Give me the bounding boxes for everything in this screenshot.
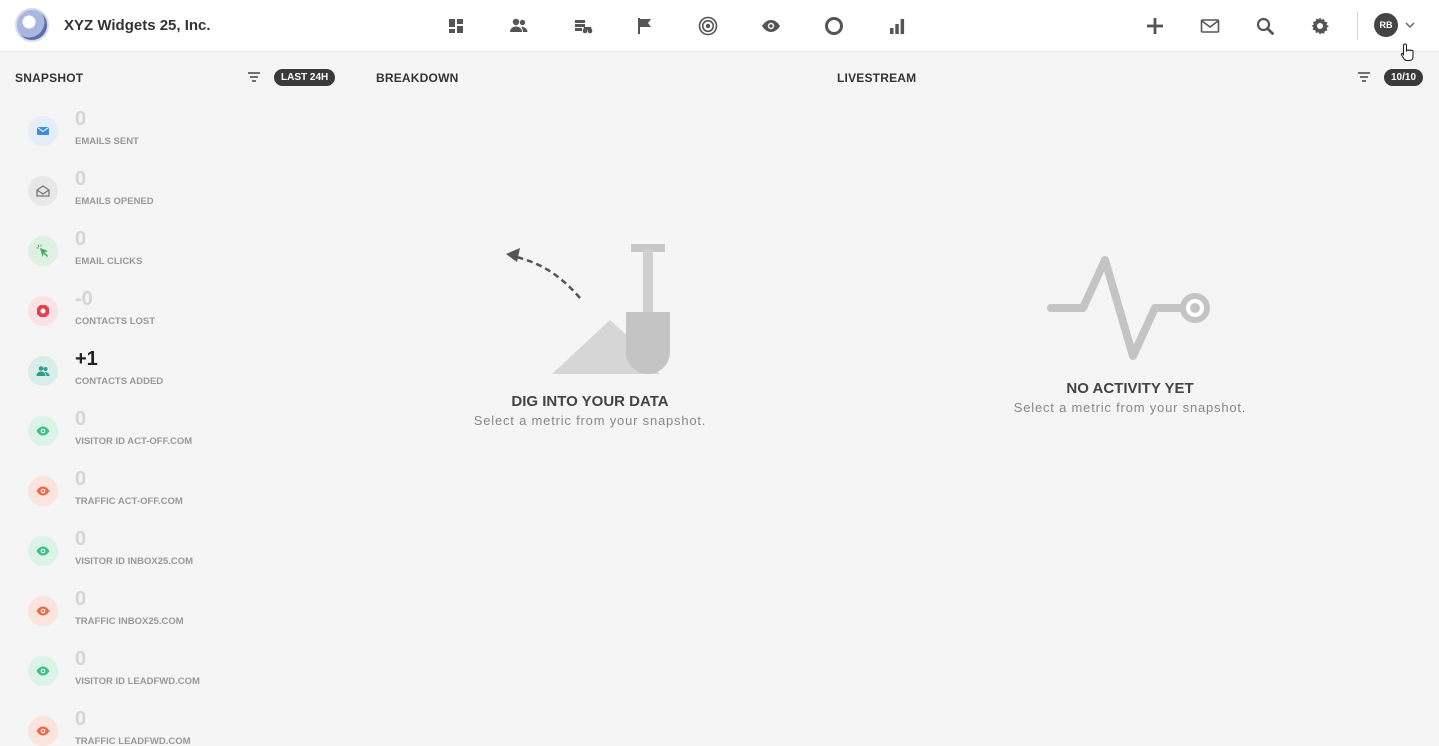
metric-label: VISITOR ID INBOX25.COM [75, 556, 194, 567]
metric-value: 0 [75, 588, 87, 610]
livestream-title: LIVESTREAM [837, 71, 917, 85]
metric-label: EMAILS SENT [75, 136, 139, 147]
snapshot-metric[interactable]: 0 TRAFFIC ACT-OFF.COM [28, 468, 248, 526]
contacts-icon[interactable] [507, 14, 531, 38]
snapshot-metric[interactable]: 0 EMAIL CLICKS [28, 228, 248, 286]
snapshot-metric[interactable]: 0 TRAFFIC INBOX25.COM [28, 588, 248, 646]
top-bar: XYZ Widgets 25, Inc. RB [0, 0, 1439, 52]
gear-icon[interactable] [1308, 14, 1332, 38]
snapshot-metric[interactable]: 0 VISITOR ID LEADFWD.COM [28, 648, 248, 706]
snapshot-metric[interactable]: 0 EMAILS SENT [28, 108, 248, 166]
click-cursor-icon [28, 236, 58, 266]
target-icon[interactable] [696, 14, 720, 38]
chevron-down-icon[interactable] [1404, 19, 1416, 31]
metric-value: 0 [75, 708, 87, 730]
traffic-eye-icon [28, 476, 58, 506]
metric-value: 0 [75, 168, 87, 190]
activity-pulse-illustration [1047, 256, 1210, 360]
breakdown-empty-subtitle: Select a metric from your snapshot. [473, 413, 707, 428]
company-logo[interactable] [15, 8, 49, 42]
snapshot-metric[interactable]: 0 VISITOR ID ACT-OFF.COM [28, 408, 248, 466]
email-sent-icon [28, 116, 58, 146]
header-divider [1357, 12, 1358, 40]
snapshot-metric[interactable]: +1 CONTACTS ADDED [28, 348, 248, 406]
metric-label: VISITOR ID ACT-OFF.COM [75, 436, 193, 447]
metric-value: +1 [75, 348, 98, 370]
mail-icon[interactable] [1198, 14, 1222, 38]
metric-value: 0 [75, 648, 87, 670]
metric-label: EMAILS OPENED [75, 196, 154, 207]
livestream-empty-subtitle: Select a metric from your snapshot. [1013, 400, 1247, 415]
livestream-empty-title: NO ACTIVITY YET [1066, 380, 1194, 397]
last-24h-pill[interactable]: LAST 24H [274, 69, 336, 86]
metric-label: CONTACTS LOST [75, 316, 156, 327]
snapshot-metric[interactable]: 0 TRAFFIC LEADFWD.COM [28, 708, 248, 746]
snapshot-metric[interactable]: 0 VISITOR ID INBOX25.COM [28, 528, 248, 586]
metric-label: TRAFFIC LEADFWD.COM [75, 736, 191, 746]
dashboard-icon[interactable] [444, 14, 468, 38]
reports-bar-icon[interactable] [885, 14, 909, 38]
email-opened-icon [28, 176, 58, 206]
company-name[interactable]: XYZ Widgets 25, Inc. [64, 17, 211, 34]
livestream-count-pill[interactable]: 10/10 [1384, 69, 1424, 86]
visitor-eye-icon [28, 536, 58, 566]
contacts-lost-icon [28, 296, 58, 326]
visitor-eye-icon [28, 656, 58, 686]
traffic-eye-icon [28, 596, 58, 626]
metric-value: 0 [75, 228, 87, 250]
metric-value: -0 [75, 288, 93, 310]
visitor-eye-icon[interactable] [759, 14, 783, 38]
hand-cursor-icon [1400, 43, 1414, 62]
companies-icon[interactable] [571, 14, 595, 38]
metric-label: TRAFFIC INBOX25.COM [75, 616, 184, 627]
metric-value: 0 [75, 468, 87, 490]
breakdown-title: BREAKDOWN [376, 71, 459, 85]
metric-label: TRAFFIC ACT-OFF.COM [75, 496, 183, 507]
plus-icon[interactable] [1143, 14, 1167, 38]
campaigns-flag-icon[interactable] [633, 14, 657, 38]
traffic-eye-icon [28, 716, 58, 746]
metric-value: 0 [75, 108, 87, 130]
dig-shovel-illustration [506, 244, 670, 374]
metric-label: EMAIL CLICKS [75, 256, 143, 267]
breakdown-empty-title: DIG INTO YOUR DATA [511, 393, 669, 410]
search-icon[interactable] [1253, 14, 1277, 38]
snapshot-title: SNAPSHOT [15, 71, 84, 85]
metric-value: 0 [75, 528, 87, 550]
metric-value: 0 [75, 408, 87, 430]
livestream-filter-icon[interactable] [1357, 70, 1371, 84]
snapshot-filter-icon[interactable] [247, 70, 261, 84]
contacts-added-icon [28, 356, 58, 386]
metric-label: VISITOR ID LEADFWD.COM [75, 676, 200, 687]
visitor-eye-icon [28, 416, 58, 446]
snapshot-metric[interactable]: 0 EMAILS OPENED [28, 168, 248, 226]
snapshot-metric[interactable]: -0 CONTACTS LOST [28, 288, 248, 346]
circle-icon[interactable] [822, 14, 846, 38]
user-avatar[interactable]: RB [1374, 13, 1398, 37]
metric-label: CONTACTS ADDED [75, 376, 164, 387]
